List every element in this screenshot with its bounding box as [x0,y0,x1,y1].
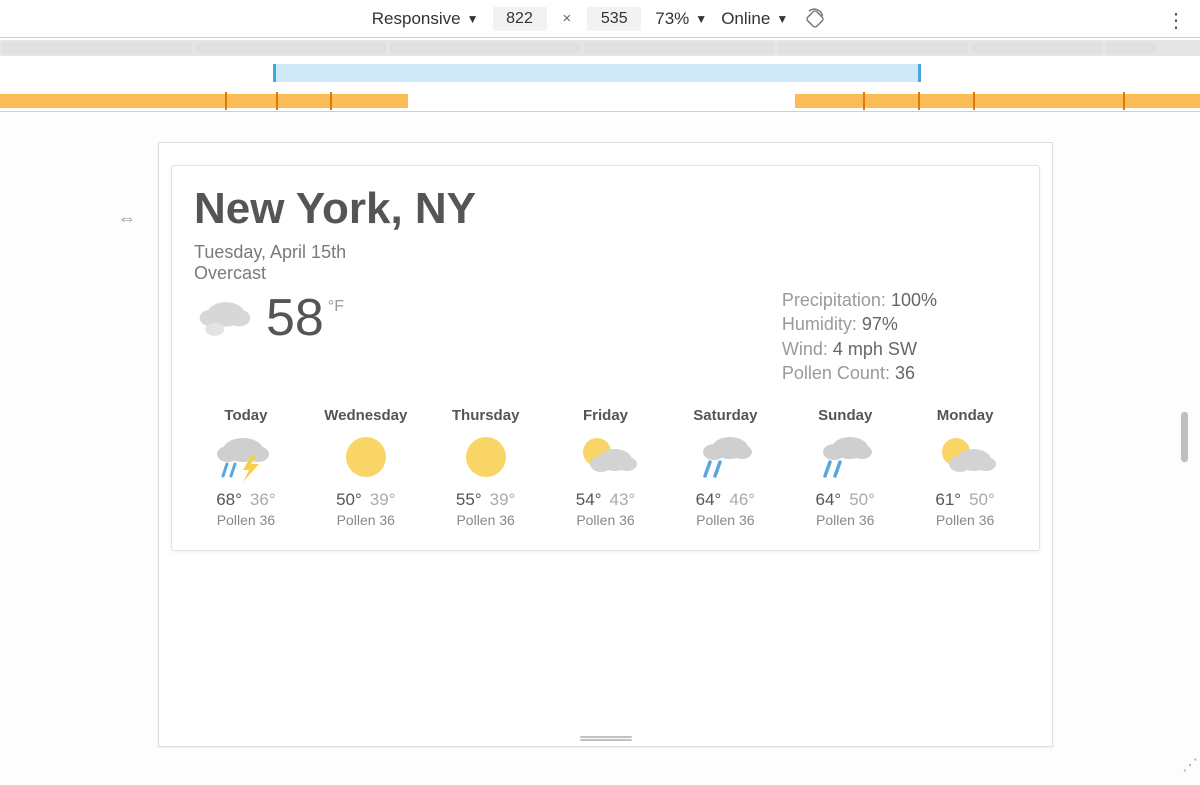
devtools-device-toolbar: Responsive ▼ × 73% ▼ Online ▼ ⋮ [0,0,1200,38]
device-mode-label: Responsive [372,9,461,29]
pollen-text: Pollen 36 [194,512,298,528]
forecast-day: Saturday 64° 46° Pollen 36 [673,407,777,528]
zoom-label: 73% [655,9,689,29]
media-query-range[interactable] [273,64,921,82]
rotate-button[interactable] [802,6,828,32]
day-name: Monday [913,407,1017,424]
vertical-scrollbar[interactable] [1181,412,1188,462]
width-ruler[interactable] [0,40,1200,56]
rain-icon [673,430,777,484]
high-temp: 68° [216,490,242,509]
high-temp: 64° [816,490,842,509]
location-title: New York, NY [194,184,1017,234]
chevron-down-icon: ▼ [467,12,479,26]
low-temp: 50° [969,490,995,509]
day-name: Wednesday [314,407,418,424]
media-query-max[interactable] [795,94,1200,108]
forecast-day: Thursday 55° 39° Pollen 36 [434,407,538,528]
partly-icon [913,430,1017,484]
day-name: Sunday [793,407,897,424]
chevron-down-icon: ▼ [776,12,788,26]
day-name: Saturday [673,407,777,424]
pollen-text: Pollen 36 [793,512,897,528]
zoom-dropdown[interactable]: 73% ▼ [655,9,707,29]
network-label: Online [721,9,770,29]
pollen-text: Pollen 36 [434,512,538,528]
forecast-day: Wednesday 50° 39° Pollen 36 [314,407,418,528]
weather-card: New York, NY Tuesday, April 15th Overcas… [171,165,1040,551]
low-temp: 43° [610,490,636,509]
pollen-text: Pollen 36 [673,512,777,528]
sun-icon [434,430,538,484]
rotate-icon [804,8,826,30]
day-name: Friday [554,407,658,424]
viewport-height-input[interactable] [587,7,641,31]
pollen-text: Pollen 36 [314,512,418,528]
day-name: Today [194,407,298,424]
low-temp: 36° [250,490,276,509]
condition-text: Overcast [194,263,1017,284]
forecast-day: Friday 54° 43° Pollen 36 [554,407,658,528]
emulated-stage: ⇔ New York, NY Tuesday, April 15th Overc… [0,112,1200,785]
low-temp: 50° [849,490,875,509]
media-query-min[interactable] [0,94,408,108]
pollen-text: Pollen 36 [554,512,658,528]
high-temp: 61° [935,490,961,509]
low-temp: 39° [490,490,516,509]
viewport-width-input[interactable] [493,7,547,31]
forecast-day: Sunday 64° 50° Pollen 36 [793,407,897,528]
network-dropdown[interactable]: Online ▼ [721,9,788,29]
date-text: Tuesday, April 15th [194,242,1017,263]
forecast-day: Monday 61° 50° Pollen 36 [913,407,1017,528]
temp-unit: °F [328,298,344,316]
media-query-bar[interactable] [0,56,1200,112]
emulated-viewport: New York, NY Tuesday, April 15th Overcas… [158,142,1053,747]
overcast-icon [194,295,254,341]
high-temp: 54° [576,490,602,509]
high-temp: 64° [696,490,722,509]
dimension-separator: × [563,10,572,27]
day-name: Thursday [434,407,538,424]
forecast-row: Today 68° 36° Pollen 36 Wednesday 50° 39° Polle… [194,407,1017,528]
sun-icon [314,430,418,484]
low-temp: 46° [729,490,755,509]
weather-facts: Precipitation: 100% Humidity: 97% Wind: … [782,288,937,385]
current-temp: 58 [266,288,324,348]
more-options-button[interactable]: ⋮ [1166,8,1186,33]
high-temp: 50° [336,490,362,509]
resize-handle-left[interactable]: ⇔ [118,208,136,229]
pollen-text: Pollen 36 [913,512,1017,528]
partly-icon [554,430,658,484]
device-mode-dropdown[interactable]: Responsive ▼ [372,9,479,29]
forecast-day: Today 68° 36° Pollen 36 [194,407,298,528]
storm-icon [194,430,298,484]
resize-handle-bottom[interactable] [580,735,632,741]
high-temp: 55° [456,490,482,509]
kebab-icon: ⋮ [1166,10,1186,32]
chevron-down-icon: ▼ [695,12,707,26]
resize-grip-corner[interactable]: ⋰ [1182,755,1194,775]
low-temp: 39° [370,490,396,509]
rain-icon [793,430,897,484]
